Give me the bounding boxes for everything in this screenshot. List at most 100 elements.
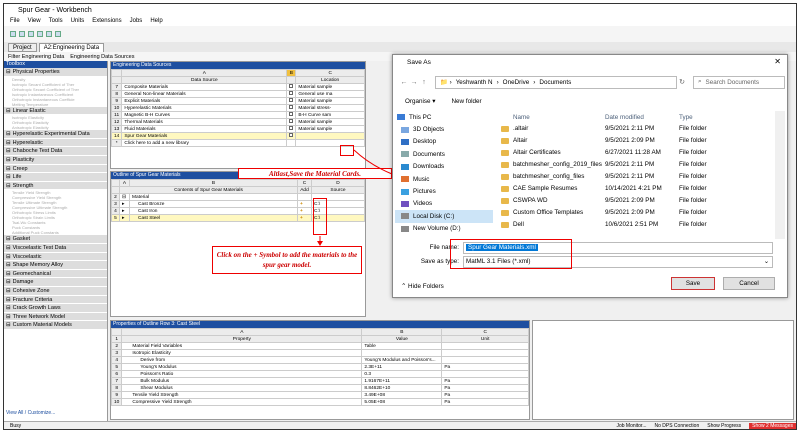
path-segment-documents[interactable]: Documents xyxy=(539,79,571,86)
folder-icon xyxy=(501,197,509,204)
save-as-dialog: Save As ✕ ← → ↑ 📁 › Yeshwanth N › OneDriv… xyxy=(392,54,788,298)
tree-folder-icon xyxy=(397,114,405,121)
address-bar[interactable]: 📁 › Yeshwanth N › OneDrive › Documents xyxy=(435,75,677,89)
file-type: File folder xyxy=(679,149,707,157)
file-list-header: Name Date modified Type xyxy=(497,111,787,123)
hide-folders-label: Hide Folders xyxy=(408,283,444,290)
file-date: 9/5/2021 2:09 PM xyxy=(605,208,655,216)
search-input[interactable]: ⌕ Search Documents xyxy=(693,75,785,89)
chevron-down-icon: ⌄ xyxy=(763,258,769,265)
folder-icon xyxy=(501,138,509,145)
file-name: Altair Certificates xyxy=(497,149,605,157)
path-segment-onedrive[interactable]: OneDrive xyxy=(503,79,530,86)
date-column-header[interactable]: Date modified xyxy=(605,114,679,121)
file-name: Altair xyxy=(497,137,605,145)
file-name-text: .altair xyxy=(513,125,529,133)
tree-folder-icon xyxy=(401,126,409,133)
save-button[interactable]: Save xyxy=(671,277,715,290)
close-icon[interactable]: ✕ xyxy=(774,57,781,66)
search-placeholder: Search Documents xyxy=(705,78,760,86)
file-name-text: Altair Certificates xyxy=(513,149,561,157)
folder-icon xyxy=(501,221,509,228)
command-bar: Organise ▾ New folder xyxy=(397,95,785,107)
file-row[interactable]: Dell 10/6/2021 2:51 PM File folder xyxy=(497,218,787,230)
tree-item[interactable]: Videos xyxy=(395,198,493,210)
file-name-text: CSWPA WD xyxy=(513,196,548,204)
file-name: CAE Sample Resumes xyxy=(497,185,605,192)
file-type: File folder xyxy=(679,196,707,204)
file-row[interactable]: Altair 9/5/2021 2:09 PM File folder xyxy=(497,135,787,147)
tree-item[interactable]: 3D Objects xyxy=(395,123,493,135)
file-name: .altair xyxy=(497,125,605,133)
tree-item-label: Downloads xyxy=(413,163,445,171)
forward-arrow-icon[interactable]: → xyxy=(409,79,419,86)
file-date: 9/5/2021 2:09 PM xyxy=(605,196,655,204)
file-name-text: batchmesher_config_files xyxy=(513,173,585,180)
file-type: File folder xyxy=(679,173,707,180)
filename-highlight-box xyxy=(450,239,572,269)
tree-item[interactable]: This PC xyxy=(395,111,493,123)
tree-folder-icon xyxy=(401,151,409,158)
folder-icon xyxy=(501,162,509,169)
chevron-up-icon: ⌃ xyxy=(401,283,409,290)
file-row[interactable]: .altair 9/5/2021 2:11 PM File folder xyxy=(497,123,787,135)
tree-item[interactable]: Desktop xyxy=(395,136,493,148)
tree-folder-icon xyxy=(401,200,409,207)
file-type: File folder xyxy=(679,137,707,145)
tree-item[interactable]: Downloads xyxy=(395,161,493,173)
file-name: batchmesher_config_files xyxy=(497,173,605,180)
tree-item-label: This PC xyxy=(409,113,432,121)
path-segment-user[interactable]: Yeshwanth N xyxy=(456,79,493,86)
up-arrow-icon[interactable]: ↑ xyxy=(419,79,429,86)
file-date: 9/5/2021 2:11 PM xyxy=(605,125,655,133)
file-list-scrollbar[interactable] xyxy=(775,111,785,239)
organise-button[interactable]: Organise ▾ xyxy=(405,98,435,105)
file-type: File folder xyxy=(679,208,707,216)
file-row[interactable]: Altair Certificates 6/27/2021 11:28 AM Fil… xyxy=(497,147,787,159)
address-row: ← → ↑ 📁 › Yeshwanth N › OneDrive › Documen… xyxy=(399,75,785,89)
folder-icon xyxy=(501,150,509,157)
file-row[interactable]: CSWPA WD 9/5/2021 2:09 PM File folder xyxy=(497,194,787,206)
type-column-header[interactable]: Type xyxy=(679,114,749,121)
file-date: 10/14/2021 4:21 PM xyxy=(605,184,662,192)
navigation-tree: This PC 3D Objects Desktop Documents Downloa… xyxy=(395,111,493,239)
new-folder-button[interactable]: New folder xyxy=(451,98,481,105)
file-type: File folder xyxy=(679,125,707,133)
tree-item[interactable]: Music xyxy=(395,173,493,185)
tree-item-label: New Volume (D:) xyxy=(413,225,461,233)
file-date: 9/5/2021 2:11 PM xyxy=(605,161,655,169)
dialog-title: Save As xyxy=(407,58,431,66)
file-name: batchmesher_config_2019_files xyxy=(497,161,605,169)
tree-item[interactable]: Local Disk (C:) xyxy=(395,210,493,223)
folder-icon xyxy=(501,185,509,192)
refresh-icon[interactable]: ↻ xyxy=(677,78,687,86)
file-row[interactable]: batchmesher_config_2019_files 9/5/2021 2:… xyxy=(497,159,787,171)
file-date: 6/27/2021 11:28 AM xyxy=(605,149,661,157)
dialog-title-bar: Save As ✕ xyxy=(393,55,787,69)
file-row[interactable]: batchmesher_config_files 9/5/2021 2:11 PM… xyxy=(497,171,787,183)
tree-item-label: 3D Objects xyxy=(413,126,445,134)
tree-item-label: Desktop xyxy=(413,138,437,146)
folder-icon xyxy=(501,174,509,180)
tree-item[interactable]: Documents xyxy=(395,148,493,160)
back-arrow-icon[interactable]: ← xyxy=(399,79,409,86)
tree-item[interactable]: New Volume (D:) xyxy=(395,223,493,235)
folder-icon xyxy=(501,126,509,133)
file-name: Custom Office Templates xyxy=(497,209,605,216)
file-list: Name Date modified Type .altair 9/5/2021 … xyxy=(497,111,787,239)
search-icon: ⌕ xyxy=(698,78,702,85)
file-row[interactable]: Custom Office Templates 9/5/2021 2:09 PM F… xyxy=(497,206,787,218)
tree-folder-icon xyxy=(401,138,409,145)
tree-item-label: Music xyxy=(413,175,430,183)
file-date: 10/6/2021 2:51 PM xyxy=(605,220,659,228)
file-row[interactable]: CAE Sample Resumes 10/14/2021 4:21 PM File… xyxy=(497,182,787,194)
tree-item[interactable]: Pictures xyxy=(395,185,493,197)
name-column-header[interactable]: Name xyxy=(497,114,605,121)
tree-folder-icon xyxy=(401,225,409,232)
file-type: File folder xyxy=(679,184,707,192)
cancel-button[interactable]: Cancel xyxy=(723,277,775,290)
hide-folders-toggle[interactable]: ⌃ Hide Folders xyxy=(401,283,444,290)
file-name-text: Custom Office Templates xyxy=(513,208,584,216)
file-name-text: Altair xyxy=(513,137,528,145)
file-type: File folder xyxy=(679,161,707,169)
